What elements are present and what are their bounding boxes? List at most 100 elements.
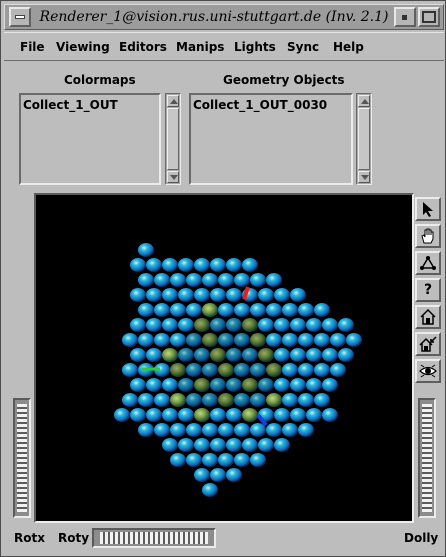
lattice-sphere — [226, 348, 242, 362]
lattice-sphere — [122, 333, 138, 347]
lattice-sphere — [250, 333, 266, 347]
lattice-sphere — [266, 393, 282, 407]
home-icon — [420, 308, 436, 325]
rotx-thumbwheel[interactable] — [13, 398, 31, 518]
lattice-sphere — [170, 333, 186, 347]
lattice-sphere — [298, 423, 314, 437]
window-menu-icon — [15, 15, 25, 19]
maximize-icon — [422, 11, 436, 23]
lattice-sphere — [178, 318, 194, 332]
menu-viewing[interactable]: Viewing — [56, 40, 110, 54]
scroll-up-icon[interactable] — [358, 95, 370, 107]
dolly-wheel-grip[interactable] — [422, 404, 432, 512]
lattice-sphere — [218, 303, 234, 317]
lattice-sphere — [218, 453, 234, 467]
lattice-sphere — [242, 438, 258, 452]
geometry-object-item[interactable]: Collect_1_OUT_0030 — [193, 98, 327, 112]
set-home-button[interactable] — [415, 332, 441, 356]
minimize-button[interactable] — [394, 7, 416, 27]
3d-viewer[interactable] — [34, 193, 414, 523]
minimize-icon — [402, 15, 407, 20]
geometry-objects-scrollbar[interactable] — [356, 93, 372, 185]
lattice-sphere — [154, 393, 170, 407]
colormaps-label: Colormaps — [64, 73, 136, 87]
lattice-sphere — [250, 453, 266, 467]
lattice-sphere — [242, 348, 258, 362]
lattice-sphere — [282, 363, 298, 377]
colormap-item[interactable]: Collect_1_OUT — [23, 98, 118, 112]
scroll-thumb[interactable] — [167, 108, 179, 170]
lattice-sphere — [186, 393, 202, 407]
lattice-sphere — [290, 288, 306, 302]
lattice-sphere — [306, 318, 322, 332]
lattice-sphere — [178, 408, 194, 422]
lattice-sphere — [290, 348, 306, 362]
lattice-sphere — [218, 363, 234, 377]
scroll-down-icon[interactable] — [167, 171, 179, 183]
lattice-sphere — [178, 438, 194, 452]
lattice-sphere — [338, 318, 354, 332]
view-mode-button[interactable] — [415, 224, 441, 248]
seek-button[interactable] — [415, 251, 441, 275]
lattice-sphere — [130, 258, 146, 272]
colormaps-list[interactable]: Collect_1_OUT — [19, 93, 161, 185]
menu-sync[interactable]: Sync — [287, 40, 319, 54]
home-button[interactable] — [415, 305, 441, 329]
lattice-sphere — [274, 408, 290, 422]
lattice-sphere — [202, 363, 218, 377]
lattice-sphere — [210, 468, 226, 482]
lattice-sphere — [226, 468, 242, 482]
scroll-down-icon[interactable] — [358, 171, 370, 183]
help-button[interactable]: ? — [415, 278, 441, 302]
lattice-sphere — [298, 333, 314, 347]
roty-thumbwheel[interactable] — [92, 528, 216, 548]
roty-wheel-grip[interactable] — [100, 532, 208, 544]
help-icon: ? — [423, 282, 433, 298]
lattice-sphere — [274, 288, 290, 302]
colormaps-scrollbar[interactable] — [165, 93, 181, 185]
title-bar[interactable]: Renderer_1@vision.rus.uni-stuttgart.de (… — [4, 4, 444, 30]
lattice-sphere — [122, 393, 138, 407]
lattice-sphere — [146, 408, 162, 422]
lattice-sphere — [282, 393, 298, 407]
lattice-sphere — [322, 378, 338, 392]
lattice-sphere — [226, 258, 242, 272]
lattice-sphere — [130, 318, 146, 332]
menu-help[interactable]: Help — [333, 40, 364, 54]
lattice-sphere — [186, 273, 202, 287]
lattice-sphere — [210, 348, 226, 362]
rendered-scene[interactable] — [36, 195, 412, 521]
window-menu-button[interactable] — [9, 7, 31, 27]
lattice-sphere — [202, 453, 218, 467]
scroll-thumb[interactable] — [358, 108, 370, 170]
lattice-sphere — [282, 303, 298, 317]
menu-file[interactable]: File — [20, 40, 45, 54]
maximize-button[interactable] — [418, 7, 440, 27]
geometry-objects-list[interactable]: Collect_1_OUT_0030 — [189, 93, 353, 185]
menu-editors[interactable]: Editors — [119, 40, 167, 54]
lattice-sphere — [170, 363, 186, 377]
lattice-sphere — [218, 423, 234, 437]
lattice-sphere — [226, 288, 242, 302]
rotx-wheel-grip[interactable] — [17, 404, 27, 512]
dolly-thumbwheel[interactable] — [418, 398, 436, 518]
lattice-sphere — [258, 378, 274, 392]
lattice-sphere — [266, 333, 282, 347]
lattice-sphere — [330, 363, 346, 377]
lattice-sphere — [234, 363, 250, 377]
lattice-sphere — [146, 288, 162, 302]
renderer-window: Renderer_1@vision.rus.uni-stuttgart.de (… — [0, 0, 446, 557]
lattice-sphere — [306, 378, 322, 392]
lattice-sphere — [250, 393, 266, 407]
seek-icon — [420, 256, 436, 270]
view-all-button[interactable] — [415, 359, 441, 383]
lattice-sphere — [250, 363, 266, 377]
set-home-icon — [419, 336, 437, 352]
scroll-up-icon[interactable] — [167, 95, 179, 107]
menu-lights[interactable]: Lights — [234, 40, 276, 54]
lattice-sphere — [266, 303, 282, 317]
lattice-sphere — [234, 423, 250, 437]
lattice-sphere — [258, 438, 274, 452]
menu-manips[interactable]: Manips — [176, 40, 224, 54]
pick-mode-button[interactable] — [415, 197, 441, 221]
